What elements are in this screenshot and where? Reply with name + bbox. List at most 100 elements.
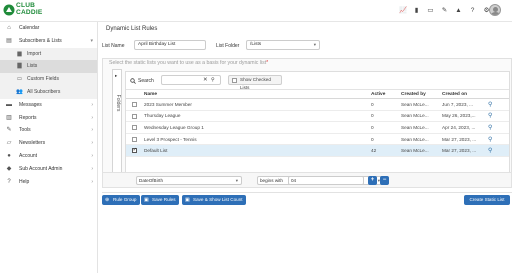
sidebar-subitem-label: Import bbox=[27, 50, 42, 57]
row-checkbox[interactable] bbox=[132, 125, 137, 131]
list-created-on: Mar 27, 2023, ... bbox=[442, 144, 488, 157]
view-list-search-icon[interactable]: ⚲ bbox=[488, 125, 492, 131]
list-created-on: May 26, 2023,... bbox=[442, 110, 488, 123]
list-name: Level 3 Prospect - Tennis bbox=[144, 133, 371, 146]
sidebar-item-messages[interactable]: ▬ Messages › bbox=[0, 99, 97, 112]
list-active: 42 bbox=[371, 144, 401, 157]
table-row[interactable]: 2023 Summer Member 0 Sean McLe... Jun 7,… bbox=[126, 98, 509, 111]
sidebar-subitem-all-subscribers[interactable]: 👥 All Subscribers bbox=[0, 85, 97, 99]
save-show-count-button[interactable]: ▣ Save & Show List Count bbox=[182, 195, 246, 205]
list-created-by: Sean McLe... bbox=[401, 98, 442, 111]
action-bar: ⊕ Rule Group ▣ Save Rules ▣ Save & Show … bbox=[102, 192, 512, 206]
search-label: Search bbox=[138, 78, 154, 84]
clipboard-icon[interactable]: ▭ bbox=[427, 7, 434, 14]
list-name-input[interactable]: April Birthday List bbox=[134, 40, 206, 50]
table-row[interactable]: Thursday League 0 Sean McLe... May 26, 2… bbox=[126, 110, 509, 123]
sidebar: ⌂ Calendar ▤ Subscribers & Lists ▾ ▆ Imp… bbox=[0, 22, 98, 273]
club-caddie-logo[interactable]: CLUB CADDIE bbox=[3, 2, 43, 20]
user-avatar[interactable] bbox=[489, 4, 501, 16]
folders-label: Folders bbox=[115, 94, 121, 112]
rule-value-input[interactable]: 04 bbox=[288, 176, 364, 185]
sidebar-subitem-custom-fields[interactable]: ▭ Custom Fields bbox=[0, 73, 97, 86]
view-list-search-icon[interactable]: ⚲ bbox=[488, 102, 492, 108]
account-icon: ● bbox=[7, 152, 11, 159]
sidebar-subitem-label: Custom Fields bbox=[27, 76, 59, 83]
row-checkbox[interactable] bbox=[132, 113, 137, 119]
list-created-on: Jun 7, 2023, ... bbox=[442, 98, 488, 111]
sidebar-subitem-lists[interactable]: ▇ Lists bbox=[0, 60, 97, 74]
edit-icon[interactable]: ✎ bbox=[441, 7, 448, 14]
sidebar-item-label: Messages bbox=[19, 101, 42, 108]
sidebar-subitem-label: Lists bbox=[27, 63, 38, 70]
list-folder-value: /Lists bbox=[250, 42, 262, 47]
sidebar-item-calendar[interactable]: ⌂ Calendar bbox=[0, 22, 97, 35]
help-icon[interactable]: ? bbox=[469, 7, 476, 14]
tools-icon: ✎ bbox=[6, 127, 12, 134]
view-list-search-icon[interactable]: ⚲ bbox=[488, 148, 492, 154]
column-created-by[interactable]: Created by bbox=[401, 89, 442, 99]
plus-icon: ⊕ bbox=[105, 197, 110, 203]
row-checkbox-checked[interactable] bbox=[132, 147, 137, 154]
show-checked-checkbox[interactable] bbox=[232, 78, 237, 83]
chevron-right-icon: › bbox=[91, 152, 93, 159]
sidebar-item-help[interactable]: ? Help › bbox=[0, 176, 97, 189]
search-icon bbox=[130, 78, 136, 84]
sidebar-item-subscribers-lists[interactable]: ▤ Subscribers & Lists ▾ bbox=[0, 35, 97, 48]
list-name: Wednesday League Group 1 bbox=[144, 121, 371, 134]
list-active: 0 bbox=[371, 98, 401, 111]
table-row[interactable]: Wednesday League Group 1 0 Sean McLe... … bbox=[126, 121, 509, 134]
list-active: 0 bbox=[371, 121, 401, 134]
users-icon: 👥 bbox=[16, 88, 23, 95]
list-active: 0 bbox=[371, 133, 401, 146]
sidebar-item-account[interactable]: ● Account › bbox=[0, 150, 97, 163]
column-created-on[interactable]: Created on bbox=[442, 89, 488, 99]
static-lists-panel: Select the static lists you want to use … bbox=[102, 58, 512, 188]
add-rule-button[interactable]: + bbox=[368, 176, 377, 185]
document-icon[interactable]: ▮ bbox=[413, 7, 420, 14]
sidebar-subitem-import[interactable]: ▆ Import bbox=[0, 47, 97, 61]
sidebar-item-tools[interactable]: ✎ Tools › bbox=[0, 124, 97, 137]
chevron-right-icon: ▸ bbox=[115, 73, 118, 78]
sidebar-item-label: Help bbox=[19, 178, 30, 185]
save-rules-button[interactable]: ▣ Save Rules bbox=[141, 195, 179, 205]
help-circle-icon: ? bbox=[7, 178, 11, 185]
main-content: Dynamic List Rules List Name April Birth… bbox=[99, 22, 512, 273]
sidebar-item-newsletters[interactable]: ▱ Newsletters › bbox=[0, 137, 97, 150]
save-icon: ▣ bbox=[144, 197, 149, 203]
top-bar: CLUB CADDIE 📈 ▮ ▭ ✎ ▲ ? ⚙ bbox=[0, 0, 512, 22]
view-list-search-icon[interactable]: ⚲ bbox=[488, 137, 492, 143]
chevron-right-icon: › bbox=[91, 101, 93, 108]
custom-fields-icon: ▭ bbox=[16, 76, 23, 83]
create-static-list-button[interactable]: Create Static List bbox=[464, 195, 510, 205]
show-checked-lists-button[interactable]: Show Checked Lists bbox=[228, 75, 282, 90]
list-created-by: Sean McLe... bbox=[401, 133, 442, 146]
column-active[interactable]: Active bbox=[371, 89, 401, 99]
sidebar-item-reports[interactable]: ▥ Reports › bbox=[0, 112, 97, 125]
list-name: 2023 Summer Member bbox=[144, 98, 371, 111]
rule-group-button[interactable]: ⊕ Rule Group bbox=[102, 195, 140, 205]
folders-toggle[interactable]: ▸ Folders bbox=[112, 69, 122, 181]
search-icon[interactable]: ⚲ bbox=[211, 77, 215, 83]
list-name: Default List bbox=[144, 144, 371, 157]
lists-icon: ▇ bbox=[17, 63, 22, 70]
row-checkbox[interactable] bbox=[132, 136, 137, 142]
list-folder-select[interactable]: /Lists ▾ bbox=[246, 40, 320, 50]
list-name-label: List Name bbox=[102, 43, 125, 49]
list-table-box: Search ✕ ⚲ Show Checked Lists Name Activ… bbox=[125, 71, 510, 184]
search-input[interactable]: ✕ ⚲ bbox=[161, 75, 221, 85]
table-row[interactable]: Level 3 Prospect - Tennis 0 Sean McLe...… bbox=[126, 133, 509, 146]
sidebar-item-sub-account-admin[interactable]: ◆ Sub Account Admin › bbox=[0, 163, 97, 176]
table-row-selected[interactable]: Default List 42 Sean McLe... Mar 27, 202… bbox=[126, 144, 509, 157]
column-name[interactable]: Name bbox=[144, 89, 371, 99]
view-list-search-icon[interactable]: ⚲ bbox=[488, 113, 492, 119]
list-active: 0 bbox=[371, 110, 401, 123]
list-created-by: Sean McLe... bbox=[401, 110, 442, 123]
sidebar-item-label: Sub Account Admin bbox=[19, 165, 63, 172]
rule-field-select[interactable]: DateOfBirth ▾ bbox=[136, 176, 242, 185]
clear-icon[interactable]: ✕ bbox=[203, 77, 208, 83]
chart-icon[interactable]: 📈 bbox=[399, 7, 407, 14]
lists-table: Name Active Created by Created on 2023 S… bbox=[126, 89, 509, 157]
alert-icon[interactable]: ▲ bbox=[455, 7, 462, 14]
remove-rule-button[interactable]: − bbox=[380, 176, 389, 185]
row-checkbox[interactable] bbox=[132, 101, 137, 107]
